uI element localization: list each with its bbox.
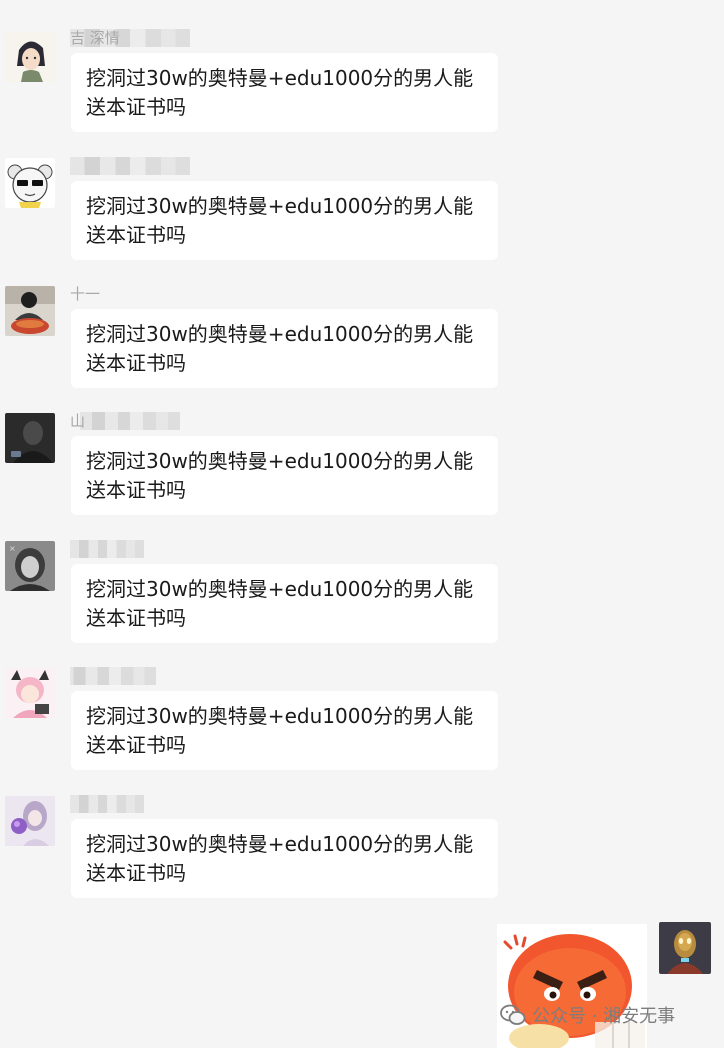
message-bubble[interactable]: 挖洞过30w的奥特曼+edu1000分的男人能送本证书吗	[71, 691, 498, 770]
avatar[interactable]	[5, 286, 55, 336]
angry-face-sticker[interactable]	[497, 924, 647, 1048]
sender-name	[70, 794, 190, 814]
avatar[interactable]	[5, 158, 55, 208]
sender-name: 吉 深情	[70, 28, 190, 48]
avatar[interactable]	[5, 413, 55, 463]
avatar[interactable]	[5, 668, 55, 718]
avatar[interactable]	[5, 796, 55, 846]
message-row: 山 挖洞过30w的奥特曼+edu1000分的男人能送本证书吗	[0, 411, 724, 539]
blurred-name	[70, 540, 144, 558]
wechat-icon	[500, 1004, 526, 1025]
chat-window: 吉 深情 挖洞过30w的奥特曼+edu1000分的男人能送本证书吗 挖洞过30w…	[0, 0, 724, 1048]
blurred-name	[70, 157, 190, 175]
message-row: 挖洞过30w的奥特曼+edu1000分的男人能送本证书吗	[0, 156, 724, 284]
message-bubble[interactable]: 挖洞过30w的奥特曼+edu1000分的男人能送本证书吗	[71, 819, 498, 898]
avatar[interactable]	[659, 922, 711, 974]
blurred-name	[80, 412, 180, 430]
sender-name: 山	[70, 411, 190, 431]
sender-name: 十一	[70, 285, 101, 303]
message-bubble[interactable]: 挖洞过30w的奥特曼+edu1000分的男人能送本证书吗	[71, 53, 498, 132]
sender-name	[70, 666, 190, 686]
message-bubble[interactable]: 挖洞过30w的奥特曼+edu1000分的男人能送本证书吗	[71, 309, 498, 388]
message-row: 挖洞过30w的奥特曼+edu1000分的男人能送本证书吗	[0, 794, 724, 922]
svg-text:×: ×	[9, 544, 16, 553]
watermark: 公众号 · 湘安无事	[500, 1002, 675, 1028]
message-row: 吉 深情 挖洞过30w的奥特曼+edu1000分的男人能送本证书吗	[0, 28, 724, 156]
message-bubble[interactable]: 挖洞过30w的奥特曼+edu1000分的男人能送本证书吗	[71, 436, 498, 515]
blurred-name	[70, 667, 156, 685]
message-row: × 挖洞过30w的奥特曼+edu1000分的男人能送本证书吗	[0, 539, 724, 667]
message-row: 挖洞过30w的奥特曼+edu1000分的男人能送本证书吗	[0, 666, 724, 794]
message-bubble[interactable]: 挖洞过30w的奥特曼+edu1000分的男人能送本证书吗	[71, 564, 498, 643]
sender-name	[70, 156, 190, 176]
watermark-text: 公众号 · 湘安无事	[532, 1006, 676, 1027]
avatar[interactable]: ×	[5, 541, 55, 591]
message-row: 十一 挖洞过30w的奥特曼+edu1000分的男人能送本证书吗	[0, 284, 724, 412]
avatar[interactable]	[5, 32, 55, 82]
message-bubble[interactable]: 挖洞过30w的奥特曼+edu1000分的男人能送本证书吗	[71, 181, 498, 260]
blurred-name	[70, 795, 144, 813]
sender-name	[70, 539, 190, 559]
